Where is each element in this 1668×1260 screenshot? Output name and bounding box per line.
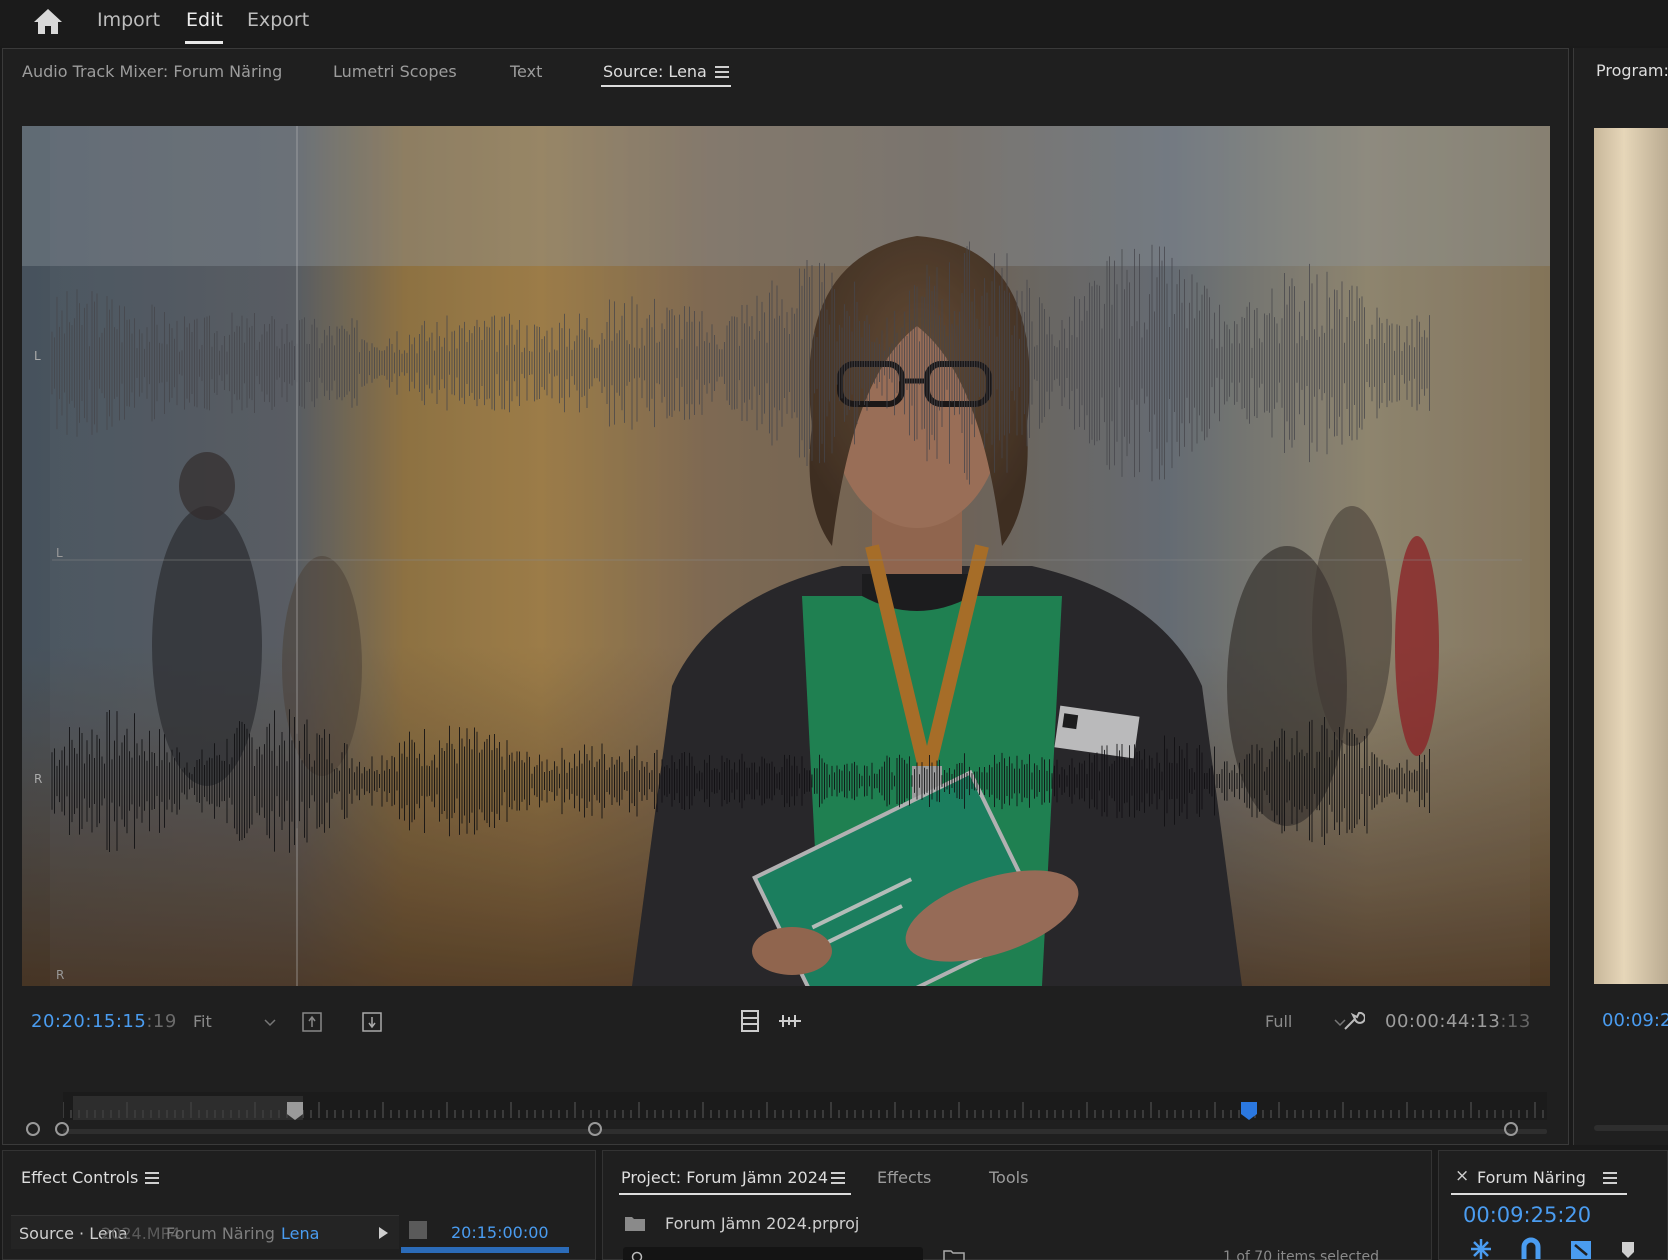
- active-tab-indicator: [185, 41, 223, 44]
- waveform-right-channel: [51, 709, 1430, 853]
- add-marker-selection-icon[interactable]: [1569, 1237, 1593, 1260]
- zoom-handle-left[interactable]: [54, 1121, 70, 1137]
- in-out-range: [73, 1096, 303, 1120]
- tab-text[interactable]: Text: [510, 62, 542, 81]
- selection-status: 1 of 70 items selected: [1223, 1249, 1380, 1260]
- timeline-panel: × Forum Näring 00:09:25:20: [1438, 1150, 1668, 1260]
- project-search-input[interactable]: [623, 1247, 923, 1260]
- close-sequence-icon[interactable]: ×: [1455, 1166, 1469, 1186]
- tab-edit[interactable]: Edit: [186, 8, 223, 36]
- tab-effects[interactable]: Effects: [877, 1168, 931, 1187]
- channel-label-right: R: [34, 772, 43, 786]
- tab-lumetri-scopes[interactable]: Lumetri Scopes: [333, 62, 457, 81]
- mark-in-icon[interactable]: [301, 1011, 323, 1033]
- home-icon[interactable]: [32, 6, 64, 36]
- tab-tools[interactable]: Tools: [989, 1168, 1028, 1187]
- search-icon: [631, 1251, 643, 1260]
- channel-label-left: L: [34, 349, 41, 363]
- settings-wrench-icon[interactable]: [1341, 1009, 1365, 1033]
- sequence-timecode[interactable]: 00:09:25:20: [1463, 1203, 1591, 1227]
- workspace-bar: Import Edit Export: [0, 0, 1668, 46]
- chevron-down-icon: [264, 1019, 276, 1027]
- source-selector-row[interactable]: Source · Lena 2024.MP4 Forum Näring Lena: [11, 1215, 399, 1249]
- effect-controls-panel: Effect Controls Source · Lena 2024.MP4 F…: [2, 1150, 596, 1260]
- source-monitor-panel: Audio Track Mixer: Forum Näring Lumetri …: [2, 48, 1569, 1177]
- panel-menu-icon[interactable]: [831, 1172, 845, 1184]
- program-timecode[interactable]: 00:09:2: [1602, 1010, 1668, 1031]
- active-tab-indicator: [601, 85, 731, 87]
- active-tab-indicator: [619, 1193, 851, 1195]
- drag-video-only-icon[interactable]: [739, 1009, 761, 1033]
- panel-menu-icon[interactable]: [145, 1172, 159, 1184]
- zoom-level-select[interactable]: Fit: [193, 1012, 283, 1036]
- scroll-handle-left[interactable]: [25, 1121, 41, 1137]
- channel-label-left-secondary: L: [56, 546, 63, 560]
- linked-selection-magnet-icon[interactable]: [1519, 1237, 1543, 1260]
- tab-sequence-forum-naring[interactable]: Forum Näring: [1477, 1168, 1586, 1187]
- project-panel: Project: Forum Jämn 2024 Effects Tools F…: [602, 1150, 1432, 1260]
- audio-waveform-overlay: [51, 126, 1522, 986]
- active-tab-indicator: [1451, 1193, 1627, 1195]
- source-time-ruler[interactable]: [63, 1092, 1547, 1120]
- play-triangle-icon[interactable]: [377, 1226, 389, 1240]
- mark-out-icon[interactable]: [361, 1011, 383, 1033]
- program-monitor-panel: Program: F 00:09:2: [1573, 48, 1668, 1145]
- scroll-thumb-handle[interactable]: [587, 1121, 603, 1137]
- zoom-scrollbar[interactable]: [63, 1126, 1547, 1136]
- effect-playhead-icon: [409, 1221, 427, 1239]
- tab-program[interactable]: Program: F: [1596, 61, 1668, 80]
- panel-menu-icon[interactable]: [715, 66, 729, 78]
- sequence-clip-link[interactable]: Lena: [281, 1224, 319, 1243]
- clip-bar: [401, 1247, 569, 1253]
- tab-project[interactable]: Project: Forum Jämn 2024: [621, 1168, 828, 1187]
- effect-controls-timecode: 20:15:00:00: [451, 1223, 549, 1242]
- zoom-handle-right[interactable]: [1503, 1121, 1519, 1137]
- drag-audio-only-icon[interactable]: [777, 1011, 803, 1031]
- tab-export[interactable]: Export: [247, 8, 309, 36]
- source-video-frame[interactable]: L L R R: [22, 126, 1550, 986]
- snap-icon[interactable]: [1469, 1237, 1493, 1260]
- waveform-left-channel: [51, 241, 1430, 485]
- marker-icon[interactable]: [1621, 1241, 1635, 1259]
- tab-import[interactable]: Import: [97, 8, 160, 36]
- sequence-label: Forum Näring: [166, 1224, 275, 1243]
- tab-source-lena[interactable]: Source: Lena: [603, 62, 707, 81]
- source-duration-timecode: 00:00:44:13:13: [1385, 1011, 1531, 1032]
- channel-label-right-secondary: R: [56, 968, 65, 982]
- program-video-frame[interactable]: [1594, 128, 1668, 984]
- project-folder-icon: [625, 1217, 645, 1231]
- panel-menu-icon[interactable]: [1603, 1172, 1617, 1184]
- tab-effect-controls[interactable]: Effect Controls: [21, 1168, 138, 1187]
- effect-controls-timeline[interactable]: 20:15:00:00: [401, 1215, 571, 1253]
- source-playhead-timecode[interactable]: 20:20:15:15:19: [31, 1011, 177, 1032]
- tab-audio-track-mixer[interactable]: Audio Track Mixer: Forum Näring: [22, 62, 282, 81]
- program-scrollbar[interactable]: [1594, 1125, 1668, 1131]
- project-file-name: Forum Jämn 2024.prproj: [665, 1214, 860, 1233]
- new-bin-icon[interactable]: [943, 1249, 965, 1260]
